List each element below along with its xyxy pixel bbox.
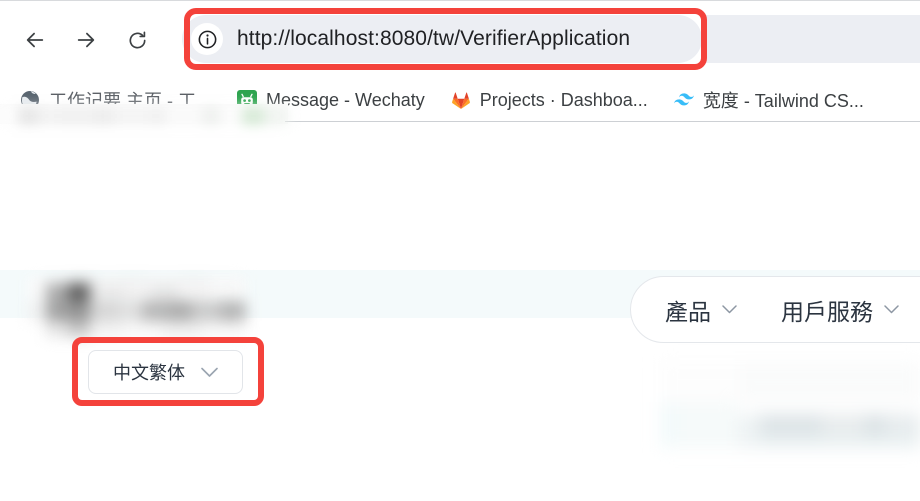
browser-toolbar: http://localhost:8080/tw/VerifierApplica… [0, 1, 920, 77]
chevron-down-icon [884, 305, 899, 314]
bookmark-label: Projects · Dashboa... [479, 89, 648, 110]
toolbar-divider [285, 121, 920, 122]
blurred-page-top-strip [0, 107, 288, 125]
bookmark-item[interactable]: Projects · Dashboa... [445, 84, 654, 116]
address-bar[interactable]: http://localhost:8080/tw/VerifierApplica… [182, 15, 702, 63]
gitlab-icon [451, 90, 471, 110]
nav-item-products-label: 產品 [665, 299, 711, 326]
nav-item-products[interactable]: 產品 [665, 293, 737, 327]
bookmark-item[interactable]: 宽度 - Tailwind CS... [668, 84, 870, 116]
nav-item-customer-service[interactable]: 用戶服務 [781, 293, 899, 327]
chevron-down-icon [201, 367, 218, 378]
nav-item-customer-service-label: 用戶服務 [781, 299, 873, 326]
back-button[interactable] [16, 21, 54, 59]
tailwind-icon [673, 90, 694, 110]
language-selector-value: 中文繁体 [113, 363, 185, 384]
bookmark-label: Message - Wechaty [266, 89, 425, 110]
language-selector[interactable]: 中文繁体 [88, 350, 243, 394]
site-navigation: 產品 用戶服務 [630, 276, 920, 343]
chevron-down-icon [722, 305, 737, 314]
blurred-hero-graphic [660, 362, 920, 448]
browser-window: 中文繁体 產品 用戶服務 http://localhost:8080/tw/Ve… [0, 0, 920, 501]
bookmark-label: 宽度 - Tailwind CS... [702, 91, 864, 111]
address-bar-url: http://localhost:8080/tw/VerifierApplica… [237, 27, 631, 50]
site-header [0, 122, 920, 270]
blurred-brand-logo [28, 277, 246, 337]
page-viewport: 中文繁体 產品 用戶服務 [0, 122, 920, 501]
site-information-icon[interactable] [191, 23, 223, 55]
reload-button[interactable] [118, 21, 156, 59]
omnibox-trailing-area [702, 15, 920, 63]
forward-button[interactable] [67, 21, 105, 59]
